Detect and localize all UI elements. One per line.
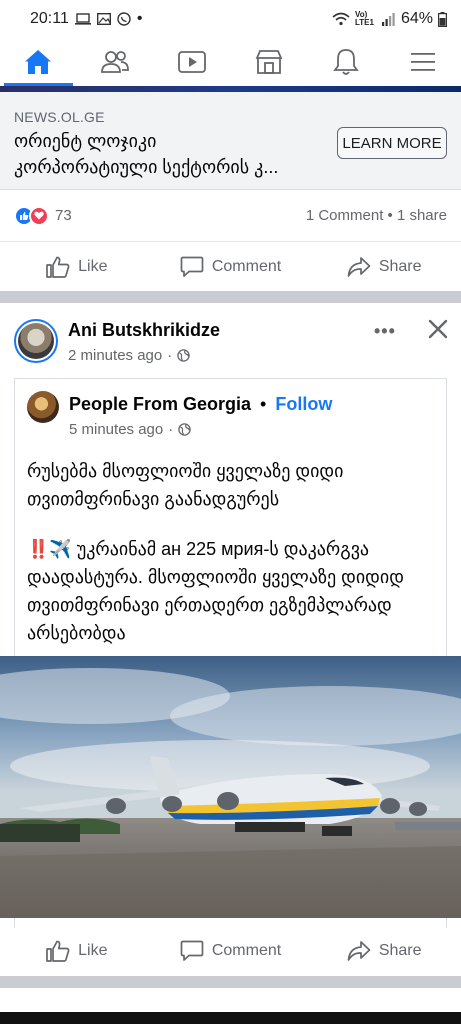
comment-button[interactable]: Comment: [154, 256, 308, 278]
comment-icon: [180, 940, 204, 961]
battery-icon: [438, 11, 447, 27]
comment-button[interactable]: Comment: [154, 940, 308, 962]
comment-icon: [180, 256, 204, 277]
post-timestamp[interactable]: 2 minutes ago ·: [68, 347, 190, 364]
like-button[interactable]: Like: [0, 256, 154, 278]
post-author-name[interactable]: Ani Butskhrikidze: [68, 320, 220, 341]
status-bar: 20:11 • Vo) LTE1 64%: [0, 0, 461, 38]
ad-headline-line2: კორპორატიული სექტორის კ...: [14, 157, 279, 177]
thumbs-up-icon: [46, 256, 70, 278]
alert-plane-emoji: ‼️✈️: [27, 539, 72, 559]
feed-separator: [0, 976, 461, 988]
globe-icon: [178, 423, 191, 436]
wifi-icon: [332, 12, 350, 26]
nav-tab-home[interactable]: [0, 38, 77, 86]
shared-post-timestamp[interactable]: 5 minutes ago ·: [69, 421, 191, 438]
feed-separator: [0, 291, 461, 303]
share-label: Share: [378, 258, 422, 275]
share-icon: [347, 257, 371, 277]
nav-tab-watch[interactable]: [154, 38, 231, 86]
home-icon: [25, 50, 52, 74]
comments-shares-count[interactable]: 1 Comment • 1 share: [306, 207, 447, 224]
post-paragraph-2-text: უკრაინამ ан 225 мрия-ს დაკარგვა დაადასტუ…: [27, 539, 404, 643]
share-label: Share: [378, 942, 422, 959]
comment-label: Comment: [211, 942, 282, 959]
post-actions-ad: Like Comment Share: [0, 242, 461, 292]
more-options-button[interactable]: •••: [374, 321, 396, 342]
learn-more-button[interactable]: LEARN MORE: [337, 127, 447, 159]
signal-icon: [381, 12, 396, 26]
author-avatar[interactable]: [14, 319, 58, 363]
like-label: Like: [78, 942, 108, 959]
post-photo[interactable]: [0, 656, 461, 918]
comment-label: Comment: [211, 258, 282, 275]
gallery-icon: [96, 13, 111, 25]
system-navigation-bar: [0, 1012, 461, 1024]
post-paragraph-1: რუსებმა მსოფლიოში ყველაზე დიდი თვითმფრინ…: [27, 461, 344, 509]
close-icon: [428, 319, 448, 339]
next-post-peek: [0, 988, 461, 1008]
nav-tab-marketplace[interactable]: [230, 38, 307, 86]
like-button[interactable]: Like: [0, 940, 154, 962]
shared-time-text: 5 minutes ago: [69, 421, 164, 438]
viber-icon: [117, 12, 131, 26]
sponsored-link-card[interactable]: NEWS.OL.GE ორიენტ ლოჯიკი კორპორატიული სე…: [0, 92, 461, 190]
share-icon: [347, 941, 371, 961]
top-navigation: [0, 38, 461, 86]
post-body: რუსებმა მსოფლიოში ყველაზე დიდი თვითმფრინ…: [27, 457, 437, 647]
page-name-row: People From Georgia • Follow: [69, 394, 332, 415]
marketplace-icon: [255, 50, 283, 74]
clock: 20:11: [30, 10, 69, 27]
hide-post-button[interactable]: [426, 317, 452, 343]
love-reaction-icon: [29, 205, 49, 226]
laptop-icon: [74, 13, 91, 25]
separator-dot: •: [260, 394, 267, 414]
post-header: Ani Butskhrikidze 2 minutes ago · •••: [0, 303, 461, 377]
status-dot: •: [136, 10, 143, 27]
reaction-count: 73: [55, 207, 72, 224]
post-time-text: 2 minutes ago: [68, 347, 163, 364]
avatar-image: [18, 323, 54, 359]
post-paragraph-2: ‼️✈️ უკრაინამ ан 225 мрия-ს დაკარგვა დაა…: [27, 535, 437, 647]
page-avatar[interactable]: [27, 391, 59, 423]
battery-percent: 64%: [400, 10, 433, 27]
like-label: Like: [78, 258, 108, 275]
ad-source-domain: NEWS.OL.GE: [14, 109, 105, 125]
post-actions-shared: Like Comment Share: [0, 926, 461, 976]
hamburger-icon: [410, 53, 435, 71]
airplane-photo: [0, 656, 461, 918]
ad-headline[interactable]: ორიენტ ლოჯიკი კორპორატიული სექტორის კ...: [14, 128, 324, 180]
nav-tab-menu[interactable]: [384, 38, 461, 86]
network-label: Vo) LTE1: [354, 10, 374, 27]
globe-icon: [177, 349, 190, 362]
bell-icon: [332, 49, 359, 75]
nav-tab-notifications[interactable]: [307, 38, 384, 86]
nav-tab-friends[interactable]: [77, 38, 154, 86]
share-button[interactable]: Share: [307, 256, 461, 278]
friends-icon: [101, 51, 130, 73]
video-icon: [178, 51, 206, 73]
thumbs-up-icon: [46, 940, 70, 962]
ad-headline-line1: ორიენტ ლოჯიკი: [14, 131, 157, 151]
reaction-icons[interactable]: 73: [14, 205, 72, 226]
shared-page-name[interactable]: People From Georgia: [69, 394, 251, 415]
reactions-summary: 73 1 Comment • 1 share: [0, 190, 461, 242]
follow-button[interactable]: Follow: [275, 394, 332, 415]
share-button[interactable]: Share: [307, 940, 461, 962]
